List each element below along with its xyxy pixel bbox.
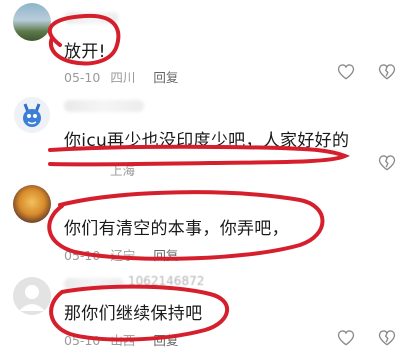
reply-button[interactable]: 回复 — [153, 248, 178, 263]
comment-location: 辽宁 — [110, 248, 136, 263]
username-blurred — [64, 278, 124, 290]
comment-text: 你们有清空的本事，你弄吧， — [64, 219, 289, 239]
username-blurred — [64, 100, 144, 112]
comment-text: 那你们继续保持吧 — [64, 304, 203, 324]
comment-location: 山西 — [110, 333, 136, 348]
reply-button[interactable]: 回复 — [153, 70, 178, 85]
avatar[interactable] — [13, 277, 51, 315]
comment-meta: 上海 — [64, 160, 145, 179]
comment-date: 05-10 — [64, 333, 101, 348]
comment-text: 你icu再少也没印度少吧，人家好好的 — [64, 131, 350, 151]
broken-heart-icon[interactable] — [377, 153, 397, 173]
comment-location: 上海 — [110, 163, 136, 178]
broken-heart-icon[interactable] — [377, 328, 397, 348]
avatar[interactable] — [13, 3, 51, 41]
comment-item: 你们有清空的本事，你弄吧， 05-10 辽宁 回复 — [0, 180, 400, 263]
comment-meta: 05-10 四川 回复 — [64, 67, 188, 86]
broken-heart-icon[interactable] — [377, 62, 397, 82]
avatar[interactable] — [13, 185, 51, 223]
comment-meta: 05-10 山西 回复 — [64, 330, 188, 349]
comment-location: 四川 — [110, 70, 136, 85]
username-partial: 1062146872 — [128, 274, 205, 288]
username-blurred — [64, 12, 119, 24]
comment-item: 你icu再少也没印度少吧，人家好好的 上海 — [0, 88, 400, 178]
comment-date: 05-10 — [64, 70, 101, 85]
comment-item: 1062146872 那你们继续保持吧 05-10 山西 回复 — [0, 262, 400, 350]
heart-outline-icon[interactable] — [336, 328, 356, 348]
comment-text: 放开! — [64, 42, 106, 62]
avatar[interactable] — [13, 96, 51, 134]
reply-button[interactable]: 回复 — [153, 333, 178, 348]
comment-item: 放开! 05-10 四川 回复 — [0, 0, 400, 85]
heart-outline-icon[interactable] — [336, 62, 356, 82]
comment-date: 05-10 — [64, 248, 101, 263]
